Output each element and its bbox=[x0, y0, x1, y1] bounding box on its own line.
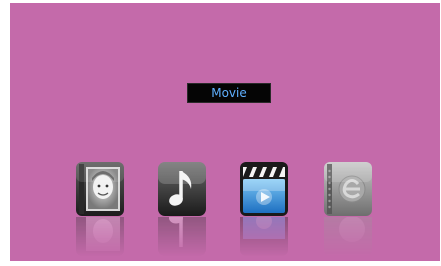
selected-item-text: Movie bbox=[211, 86, 247, 100]
menu-item-music-reflection bbox=[157, 217, 207, 257]
selected-item-label: Movie bbox=[187, 83, 271, 103]
menu-item-photo-reflection bbox=[75, 217, 125, 257]
music-note-icon bbox=[158, 162, 206, 216]
media-menu-screen: Movie bbox=[10, 3, 440, 261]
menu-item-movie-reflection bbox=[239, 217, 289, 257]
photo-album-icon bbox=[76, 162, 124, 216]
menu-item-ebook-reflection bbox=[323, 217, 373, 257]
clapperboard-icon bbox=[240, 162, 288, 216]
ebook-icon bbox=[324, 162, 372, 216]
